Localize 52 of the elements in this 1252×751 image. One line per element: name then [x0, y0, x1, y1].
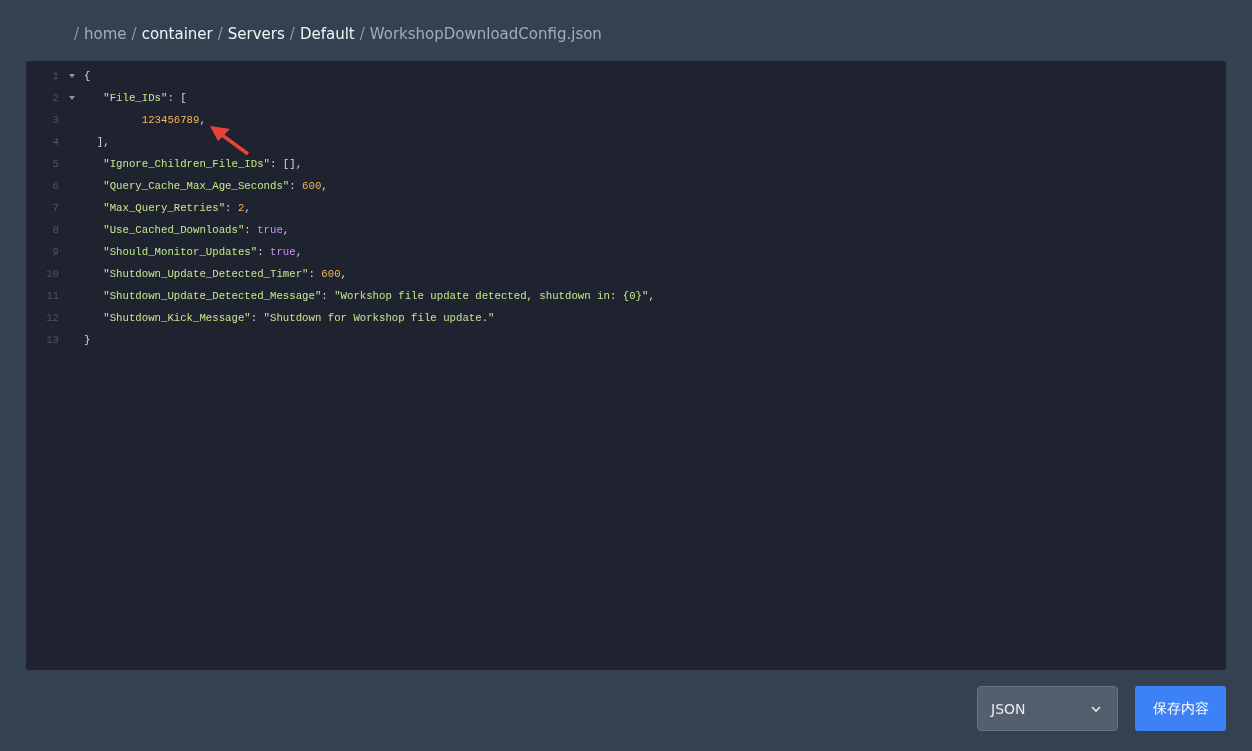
code-key: "File_IDs" — [84, 92, 168, 104]
code-string: "Shutdown for Workshop file update." — [263, 312, 495, 324]
code-punctuation: , — [282, 224, 290, 236]
code-number: 2 — [237, 202, 245, 214]
code-key: "Query_Cache_Max_Age_Seconds" — [84, 180, 290, 192]
code-key: "Shutdown_Update_Detected_Message" — [84, 290, 322, 302]
code-key: "Should_Monitor_Updates" — [84, 246, 258, 258]
code-string: "Workshop file update detected, shutdown in: {0}" — [334, 290, 649, 302]
breadcrumb-item[interactable]: Servers — [227, 25, 285, 61]
code-punctuation: , — [295, 246, 303, 258]
code-number: 600 — [321, 268, 341, 280]
code-punctuation: , — [199, 114, 206, 126]
code-key: "Ignore_Children_File_IDs" — [84, 158, 270, 170]
code-punctuation: ], — [95, 136, 110, 148]
code-boolean: true — [270, 246, 296, 258]
code-punctuation: : — [308, 268, 316, 280]
code-punctuation: : — [321, 290, 329, 302]
code-punctuation: : — [257, 246, 265, 258]
code-punctuation: : — [250, 312, 259, 324]
code-key: "Shutdown_Kick_Message" — [84, 312, 251, 324]
annotation-arrow-icon — [208, 123, 252, 157]
fold-caret-icon[interactable] — [68, 96, 75, 100]
breadcrumb-separator: / — [359, 25, 365, 45]
breadcrumb-separator: / — [217, 25, 223, 45]
code-punctuation: : [ — [167, 92, 187, 104]
breadcrumb-item[interactable]: container — [141, 25, 213, 61]
breadcrumb-item[interactable]: Default — [299, 25, 355, 61]
breadcrumb-item: WorkshopDownloadConfig.json — [369, 25, 602, 45]
code-number: 600 — [302, 180, 322, 192]
code-punctuation: , — [648, 290, 655, 302]
code-punctuation: , — [340, 268, 347, 280]
code-key: "Shutdown_Update_Detected_Timer" — [84, 268, 309, 280]
code-punctuation: , — [321, 180, 328, 192]
code-number: 123456789 — [140, 114, 200, 126]
code-punctuation: } — [84, 334, 91, 346]
code-punctuation: : — [289, 180, 297, 192]
format-select[interactable]: JSON — [977, 686, 1118, 731]
breadcrumb-separator: / — [74, 25, 80, 45]
code-punctuation: : [], — [270, 158, 303, 170]
chevron-down-icon — [1091, 705, 1101, 712]
code-key: "Max_Query_Retries" — [84, 202, 226, 214]
breadcrumb-separator: / — [131, 25, 137, 45]
breadcrumb-item: home — [84, 25, 127, 45]
code-punctuation: { — [84, 70, 91, 82]
save-button[interactable]: 保存内容 — [1135, 686, 1226, 731]
fold-caret-icon[interactable] — [68, 74, 75, 78]
code-punctuation: , — [244, 202, 251, 214]
code-boolean: true — [257, 224, 283, 236]
code-punctuation: : — [225, 202, 233, 214]
breadcrumb-separator: / — [289, 25, 295, 45]
code-key: "Use_Cached_Downloads" — [84, 224, 245, 236]
code-punctuation: : — [244, 224, 252, 236]
